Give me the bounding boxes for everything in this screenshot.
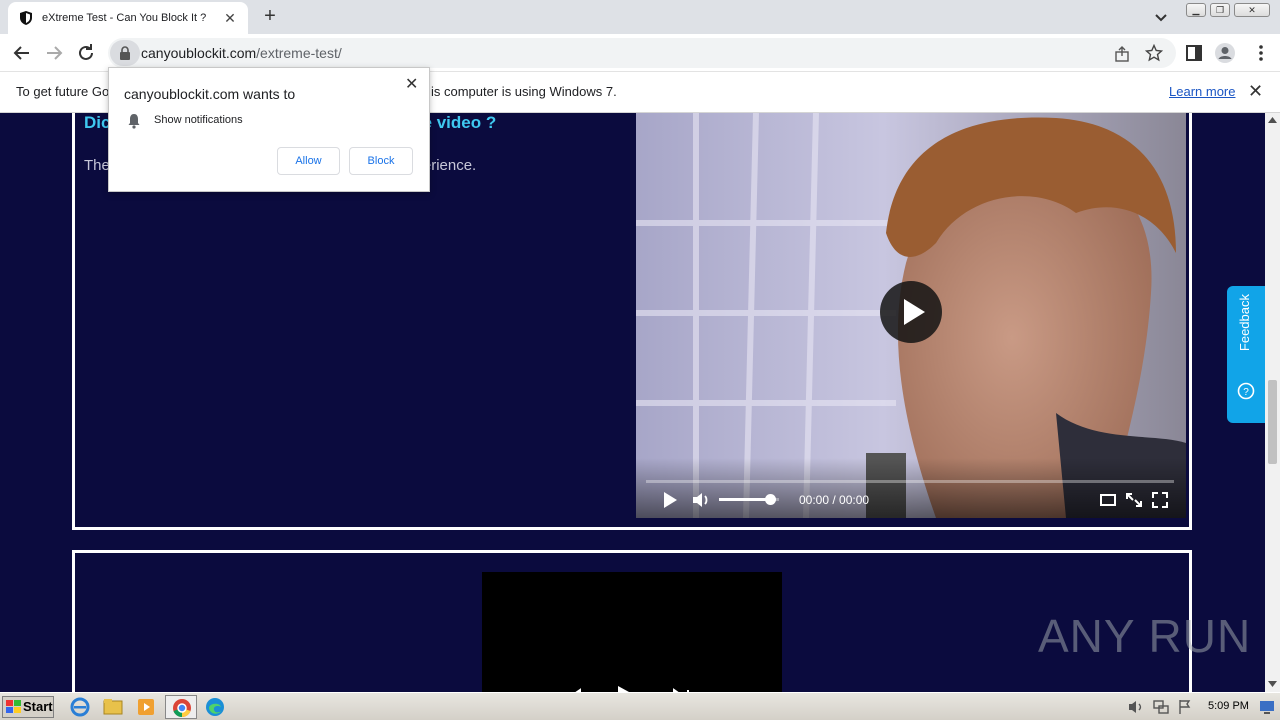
body-end: erience. [422,157,477,174]
big-play-button[interactable] [880,281,942,343]
back-arrow-icon[interactable] [11,42,33,64]
theater-mode-icon[interactable] [1099,492,1117,508]
tab-search-chevron-icon[interactable] [1152,8,1170,26]
start-button[interactable]: Start [2,696,54,718]
allow-button[interactable]: Allow [277,147,340,175]
notification-permission-popup: canyoublockit.com wants to ✕ Show notifi… [108,67,430,192]
chrome-icon [173,699,191,717]
internet-explorer-icon[interactable] [68,696,92,718]
feedback-label: Feedback [1237,294,1252,352]
lock-icon [120,46,130,60]
feedback-icon: ? [1237,382,1255,400]
play-icon [904,299,925,325]
infobar-close-icon[interactable]: ✕ [1248,81,1263,102]
volume-slider[interactable] [719,494,779,505]
minimize-button[interactable]: ▁ [1186,3,1206,17]
menu-kebab-icon[interactable] [1250,42,1272,64]
infobar-text-start: To get future Go [16,84,110,99]
popup-close-icon[interactable]: ✕ [405,74,418,94]
scroll-up-icon[interactable] [1268,117,1277,123]
picture-in-picture-icon[interactable] [1125,491,1143,509]
video-progress-bar[interactable] [646,480,1174,483]
bell-icon [128,114,140,129]
anyrun-watermark: ANY RUN [1038,610,1252,662]
scrollbar-thumb[interactable] [1268,380,1277,464]
video-controls: 00:00 / 00:00 [636,458,1186,518]
browser-tab[interactable]: eXtreme Test - Can You Block It ? ✕ [8,2,248,34]
scroll-down-icon[interactable] [1268,681,1277,687]
infobar-text-end: is computer is using Windows 7. [431,84,617,99]
video-time: 00:00 / 00:00 [799,493,870,507]
page-content: Dic the video ? The erience. 00:00 / 00:… [0,113,1265,692]
tab-title: eXtreme Test - Can You Block It ? [42,12,207,24]
volume-icon[interactable] [691,490,711,510]
permission-label: Show notifications [154,114,243,126]
heading-start: Dic [84,113,111,132]
forward-arrow-icon[interactable] [43,42,65,64]
new-tab-button[interactable]: + [258,6,282,28]
file-explorer-icon[interactable] [101,696,125,718]
chrome-taskbar-item[interactable] [165,695,197,719]
video-player[interactable]: 00:00 / 00:00 [636,113,1186,518]
start-label: Start [23,699,53,714]
body-start: The [84,157,110,174]
close-window-button[interactable]: ✕ [1234,3,1270,17]
tab-close-icon[interactable]: ✕ [222,10,238,27]
edge-icon[interactable] [203,696,227,718]
feedback-tab[interactable]: Feedback ? [1227,286,1265,423]
shield-icon [20,11,32,25]
profile-avatar-icon[interactable] [1214,42,1236,64]
windows-logo-icon [6,700,21,713]
speaker-tray-icon[interactable] [1127,699,1145,715]
second-video-player[interactable] [482,572,782,692]
volume-level [719,498,770,501]
url-text: canyoublockit.com/extreme-test/ [141,45,342,61]
learn-more-link[interactable]: Learn more [1169,84,1235,99]
media-player-icon[interactable] [134,696,158,718]
fullscreen-icon[interactable] [1151,491,1169,509]
url-path: /extreme-test/ [256,45,342,61]
site-info-button[interactable] [110,40,140,66]
taskbar-clock[interactable]: 5:09 PM [1208,700,1249,712]
share-icon[interactable] [1113,45,1131,63]
media-controls-icon[interactable] [562,680,702,692]
network-tray-icon[interactable] [1152,699,1170,715]
block-button[interactable]: Block [349,147,413,175]
bookmark-star-icon[interactable] [1145,44,1163,62]
svg-text:?: ? [1243,387,1249,398]
address-bar[interactable]: canyoublockit.com/extreme-test/ [108,38,1176,68]
volume-handle[interactable] [765,494,776,505]
play-control-icon[interactable] [662,491,678,509]
side-panel-icon[interactable] [1183,42,1205,64]
restore-button[interactable]: ❐ [1210,3,1230,17]
popup-title: canyoublockit.com wants to [124,86,296,102]
action-center-flag-icon[interactable] [1177,699,1193,715]
url-host: canyoublockit.com [141,45,257,61]
reload-icon[interactable] [75,42,97,64]
show-desktop-icon[interactable] [1259,699,1275,715]
vertical-scrollbar[interactable] [1265,113,1280,692]
tab-strip: eXtreme Test - Can You Block It ? ✕ + ▁ … [0,0,1280,34]
windows-taskbar: Start 5:09 PM [0,692,1280,720]
